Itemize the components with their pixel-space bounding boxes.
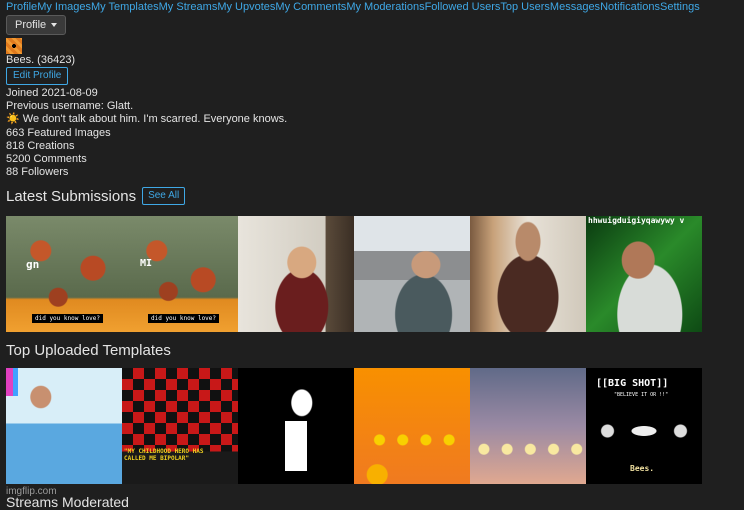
top-templates-header: Top Uploaded Templates (6, 342, 171, 359)
spamton-sprite (596, 412, 692, 450)
profile-menu-button[interactable]: Profile (6, 15, 67, 35)
submission-thumb[interactable]: MI did you know love? (122, 216, 238, 332)
thumb-caption: hhwuigduigiyqawywy v (588, 216, 685, 225)
thumb-foot: Bees. (630, 464, 655, 473)
nav-my-comments[interactable]: My Comments (275, 1, 346, 14)
template-thumb[interactable] (354, 368, 470, 484)
latest-submissions-header: Latest Submissions See All (6, 187, 186, 205)
bio: ☀️ We don't talk about him. I'm scarred.… (6, 113, 287, 126)
bio-text: We don't talk about him. I'm scarred. Ev… (22, 113, 288, 126)
nav-notifications[interactable]: Notifications (600, 1, 660, 14)
nav-profile[interactable]: Profile (6, 1, 37, 14)
thumb-subcaption: did you know love? (148, 314, 220, 323)
top-templates-title: Top Uploaded Templates (6, 342, 171, 359)
thumb-caption: gn (26, 258, 40, 271)
comments-count: 5200 Comments (6, 153, 87, 166)
submission-thumb[interactable] (238, 216, 354, 332)
thumb-caption: [[BIG SHOT]] (596, 378, 669, 389)
username: Bees. (36423) (6, 54, 76, 66)
thumb-subcaption: "BELIEVE IT OR !!" (614, 392, 669, 398)
template-thumb[interactable]: "MY CHILDHOOD HERO HAS CALLED ME BIPOLAR… (122, 368, 238, 484)
thumb-subcaption: did you know love? (32, 314, 104, 323)
submission-thumb[interactable]: hhwuigduigiyqawywy v (586, 216, 702, 332)
top-templates-row: "MY CHILDHOOD HERO HAS CALLED ME BIPOLAR… (6, 368, 702, 484)
followers-count: 88 Followers (6, 166, 69, 179)
nav-my-images[interactable]: My Images (37, 1, 91, 14)
nav-settings[interactable]: Settings (660, 1, 700, 14)
template-thumb[interactable] (238, 368, 354, 484)
profile-menu-label: Profile (15, 19, 47, 31)
edit-profile-button[interactable]: Edit Profile (6, 67, 69, 85)
streams-moderated-title: Streams Moderated (6, 494, 129, 510)
nav-followed-users[interactable]: Followed Users (425, 1, 501, 14)
featured-count: 663 Featured Images (6, 126, 111, 139)
chevron-down-icon (51, 23, 58, 27)
submission-thumb[interactable]: gn did you know love? (6, 216, 122, 332)
thumb-caption: "MY CHILDHOOD HERO HAS CALLED ME BIPOLAR… (124, 448, 204, 462)
creations-count: 818 Creations (6, 139, 75, 152)
thumb-caption: MI (140, 258, 153, 269)
nav-messages[interactable]: Messages (550, 1, 600, 14)
nav-my-upvotes[interactable]: My Upvotes (217, 1, 275, 14)
submission-thumb[interactable] (354, 216, 470, 332)
submission-thumb[interactable] (470, 216, 586, 332)
template-thumb[interactable] (470, 368, 586, 484)
nav-my-streams[interactable]: My Streams (159, 1, 218, 14)
avatar (6, 38, 22, 54)
top-nav: Profile My Images My Templates My Stream… (0, 0, 744, 14)
nav-my-moderations[interactable]: My Moderations (346, 1, 424, 14)
previous-username: Previous username: Glatt. (6, 100, 134, 113)
latest-submissions-row: gn did you know love? MI did you know lo… (6, 216, 702, 332)
sun-icon: ☀️ (6, 113, 20, 126)
template-thumb[interactable]: [[BIG SHOT]] "BELIEVE IT OR !!" Bees. (586, 368, 702, 484)
nav-top-users[interactable]: Top Users (500, 1, 550, 14)
joined-date: Joined 2021-08-09 (6, 87, 98, 99)
latest-submissions-title: Latest Submissions (6, 187, 137, 205)
profile-info: Joined 2021-08-09 Previous username: Gla… (6, 87, 287, 179)
template-thumb[interactable] (6, 368, 122, 484)
nav-my-templates[interactable]: My Templates (91, 1, 159, 14)
see-all-button[interactable]: See All (142, 187, 186, 205)
